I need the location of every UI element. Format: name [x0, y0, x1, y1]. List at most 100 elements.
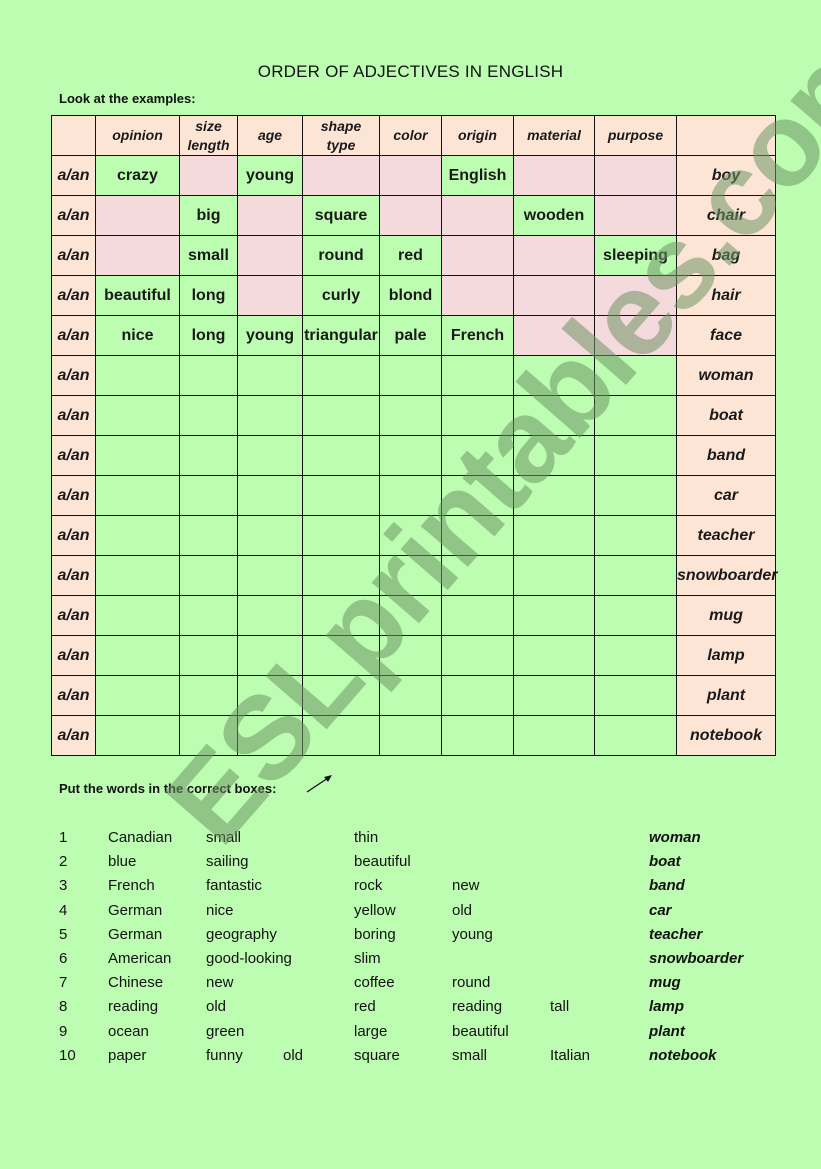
answer-cell[interactable] [379, 515, 442, 556]
answer-cell[interactable] [179, 675, 238, 716]
answer-cell[interactable] [95, 555, 180, 596]
answer-cell[interactable] [179, 475, 238, 516]
answer-cell[interactable] [237, 675, 303, 716]
answer-cell[interactable] [594, 715, 677, 756]
answer-cell[interactable] [179, 515, 238, 556]
answer-cell[interactable] [237, 515, 303, 556]
item-word: sailing [206, 853, 249, 871]
answer-cell[interactable] [594, 475, 677, 516]
answer-cell[interactable] [302, 715, 380, 756]
answer-cell[interactable] [379, 475, 442, 516]
answer-cell[interactable] [95, 635, 180, 676]
article-cell: a/an [51, 475, 96, 516]
answer-cell[interactable] [302, 555, 380, 596]
answer-cell[interactable] [95, 395, 180, 436]
answer-cell[interactable] [95, 355, 180, 396]
column-header: color [379, 115, 442, 156]
column-header: purpose [594, 115, 677, 156]
answer-cell[interactable] [594, 395, 677, 436]
answer-cell[interactable] [379, 355, 442, 396]
answer-cell[interactable] [441, 435, 514, 476]
answer-cell[interactable] [513, 715, 595, 756]
answer-cell[interactable] [594, 515, 677, 556]
answer-cell[interactable] [302, 395, 380, 436]
answer-cell[interactable] [441, 475, 514, 516]
answer-cell[interactable] [513, 595, 595, 636]
answer-cell[interactable] [513, 635, 595, 676]
answer-cell[interactable] [594, 635, 677, 676]
answer-cell[interactable] [179, 435, 238, 476]
item-word: fantastic [206, 877, 262, 895]
article-cell: a/an [51, 595, 96, 636]
answer-cell[interactable] [95, 595, 180, 636]
example-row: a/an nice long young triangular pale French fac… [51, 315, 776, 356]
answer-cell[interactable] [179, 395, 238, 436]
answer-cell[interactable] [95, 435, 180, 476]
answer-cell[interactable] [441, 715, 514, 756]
answer-cell[interactable] [379, 395, 442, 436]
column-header-label: length [187, 136, 230, 153]
answer-cell[interactable] [513, 475, 595, 516]
answer-cell[interactable] [441, 355, 514, 396]
noun-cell: face [676, 315, 776, 356]
answer-cell[interactable] [513, 435, 595, 476]
answer-cell[interactable] [379, 435, 442, 476]
answer-cell[interactable] [513, 355, 595, 396]
item-number: 8 [59, 998, 68, 1016]
answer-cell[interactable] [95, 715, 180, 756]
answer-cell[interactable] [594, 435, 677, 476]
item-word: coffee [354, 974, 395, 992]
answer-cell[interactable] [513, 395, 595, 436]
item-noun: band [649, 877, 685, 895]
answer-cell[interactable] [237, 555, 303, 596]
answer-cell[interactable] [237, 635, 303, 676]
answer-cell[interactable] [179, 635, 238, 676]
answer-cell[interactable] [379, 635, 442, 676]
answer-cell[interactable] [302, 635, 380, 676]
answer-cell[interactable] [513, 515, 595, 556]
answer-cell[interactable] [441, 595, 514, 636]
answer-cell[interactable] [237, 475, 303, 516]
answer-cell[interactable] [237, 715, 303, 756]
answer-cell[interactable] [513, 675, 595, 716]
answer-cell[interactable] [179, 715, 238, 756]
empty-example-cell [302, 155, 380, 196]
answer-cell[interactable] [302, 475, 380, 516]
answer-cell[interactable] [594, 675, 677, 716]
answer-cell[interactable] [594, 555, 677, 596]
answer-cell[interactable] [379, 595, 442, 636]
answer-cell[interactable] [594, 595, 677, 636]
answer-cell[interactable] [441, 395, 514, 436]
answer-cell[interactable] [237, 395, 303, 436]
answer-cell[interactable] [179, 595, 238, 636]
empty-example-cell [513, 315, 595, 356]
answer-cell[interactable] [302, 675, 380, 716]
answer-cell[interactable] [237, 595, 303, 636]
answer-cell[interactable] [302, 355, 380, 396]
answer-cell[interactable] [95, 675, 180, 716]
noun-cell: boy [676, 155, 776, 196]
answer-cell[interactable] [594, 355, 677, 396]
answer-cell[interactable] [513, 555, 595, 596]
answer-cell[interactable] [95, 515, 180, 556]
answer-cell[interactable] [302, 515, 380, 556]
answer-cell[interactable] [441, 555, 514, 596]
item-word: geography [206, 925, 277, 943]
column-header-label: age [257, 127, 283, 143]
answer-cell[interactable] [237, 435, 303, 476]
answer-cell[interactable] [379, 715, 442, 756]
answer-cell[interactable] [379, 555, 442, 596]
answer-cell[interactable] [441, 675, 514, 716]
answer-cell[interactable] [441, 635, 514, 676]
example-row: a/an crazy young English boy [51, 155, 776, 196]
answer-cell[interactable] [95, 475, 180, 516]
answer-cell[interactable] [179, 355, 238, 396]
answer-cell[interactable] [441, 515, 514, 556]
answer-cell[interactable] [237, 355, 303, 396]
answer-cell[interactable] [302, 435, 380, 476]
column-header-label: color [393, 127, 428, 143]
answer-cell[interactable] [302, 595, 380, 636]
answer-cell[interactable] [179, 555, 238, 596]
answer-cell[interactable] [379, 675, 442, 716]
noun-cell: hair [676, 275, 776, 316]
